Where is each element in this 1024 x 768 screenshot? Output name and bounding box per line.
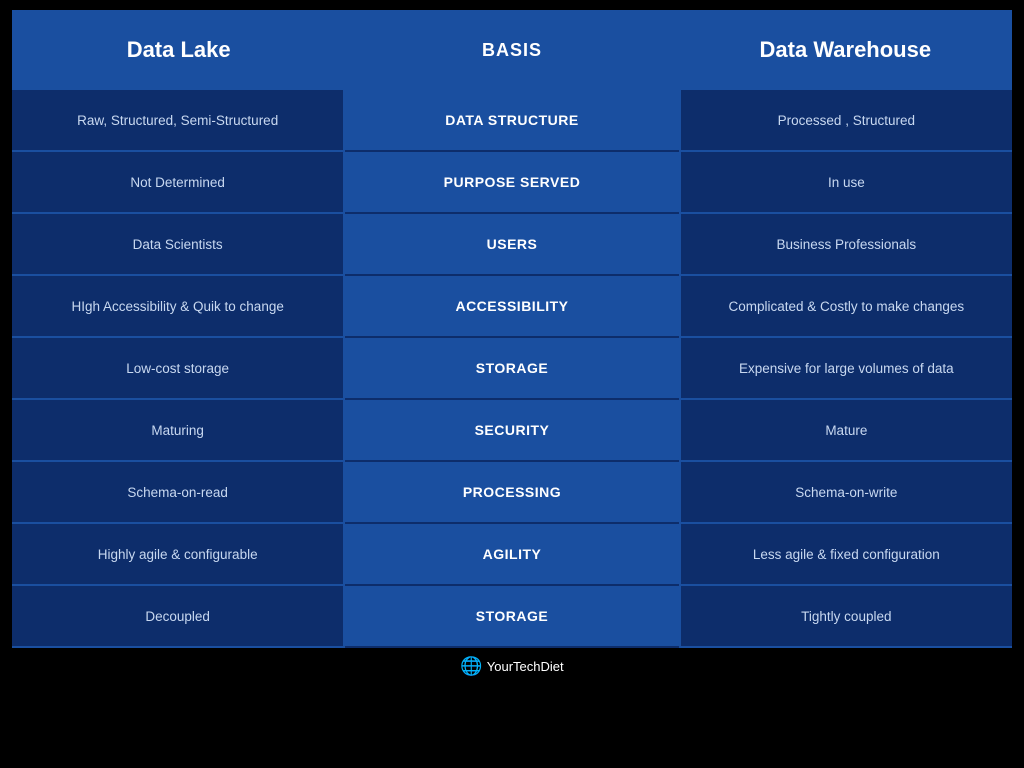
row-7-left: Highly agile & configurable (12, 524, 345, 586)
row-0-left: Raw, Structured, Semi-Structured (12, 90, 345, 152)
footer: 🌐 YourTechDiet (12, 648, 1012, 681)
row-4-right: Expensive for large volumes of data (679, 338, 1012, 400)
row-1-left: Not Determined (12, 152, 345, 214)
row-5-right: Mature (679, 400, 1012, 462)
row-4-left: Low-cost storage (12, 338, 345, 400)
row-5-center: SECURITY (345, 400, 678, 462)
row-8-center: STORAGE (345, 586, 678, 648)
row-6-left: Schema-on-read (12, 462, 345, 524)
row-3-left: HIgh Accessibility & Quik to change (12, 276, 345, 338)
row-3-right: Complicated & Costly to make changes (679, 276, 1012, 338)
data-lake-title: Data Lake (127, 37, 231, 63)
basis-title: BASIS (482, 40, 542, 61)
row-4-center: STORAGE (345, 338, 678, 400)
row-6-center: PROCESSING (345, 462, 678, 524)
row-0-right: Processed , Structured (679, 90, 1012, 152)
header-left: Data Lake (12, 10, 345, 90)
comparison-table: Data Lake BASIS Data Warehouse Raw, Stru… (12, 10, 1012, 648)
row-7-right: Less agile & fixed configuration (679, 524, 1012, 586)
row-2-right: Business Professionals (679, 214, 1012, 276)
main-container: Data Lake BASIS Data Warehouse Raw, Stru… (12, 10, 1012, 681)
row-7-center: AGILITY (345, 524, 678, 586)
row-8-right: Tightly coupled (679, 586, 1012, 648)
row-2-center: USERS (345, 214, 678, 276)
row-0-center: DATA STRUCTURE (345, 90, 678, 152)
row-8-left: Decoupled (12, 586, 345, 648)
header-right: Data Warehouse (679, 10, 1012, 90)
row-2-left: Data Scientists (12, 214, 345, 276)
brand-name: YourTechDiet (487, 659, 564, 674)
header-center: BASIS (345, 10, 678, 90)
brand-logo-icon: 🌐 (460, 656, 482, 677)
row-3-center: ACCESSIBILITY (345, 276, 678, 338)
row-6-right: Schema-on-write (679, 462, 1012, 524)
row-5-left: Maturing (12, 400, 345, 462)
row-1-center: PURPOSE SERVED (345, 152, 678, 214)
data-warehouse-title: Data Warehouse (760, 37, 932, 63)
row-1-right: In use (679, 152, 1012, 214)
